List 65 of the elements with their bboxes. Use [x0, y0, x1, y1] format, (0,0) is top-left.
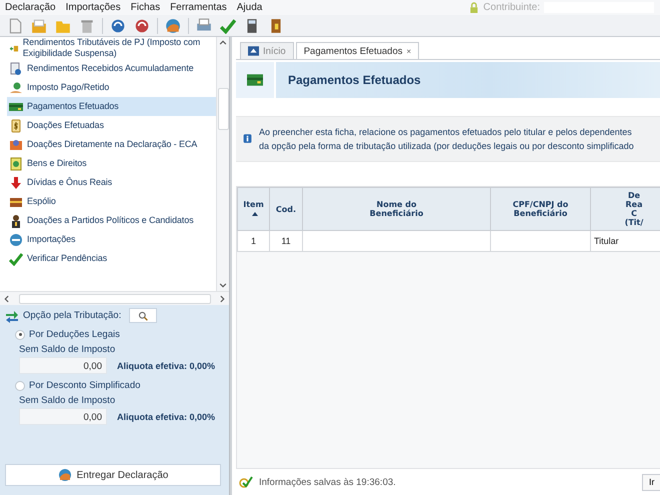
field-label: Sem Saldo de Imposto: [19, 344, 116, 355]
vertical-scrollbar[interactable]: [216, 37, 229, 291]
down-caret-icon: [219, 281, 227, 289]
aliquota-text: Aliquota efetiva: 0,00%: [117, 360, 216, 370]
info-text: da opção pela forma de tributação utilizada (por deduções legais ou por desconto simplificado: [259, 140, 634, 153]
column-header[interactable]: Item: [238, 188, 270, 230]
right-caret-icon: [218, 294, 226, 302]
column-header[interactable]: CPF/CNPJ do Beneficiário: [490, 188, 590, 230]
status-text: Informações salvas às 19:36:03.: [259, 476, 396, 488]
table-cell: 1: [238, 230, 270, 252]
horizontal-scrollbar[interactable]: [0, 291, 229, 305]
menu-item[interactable]: Ajuda: [232, 2, 268, 13]
document-icon: [9, 156, 23, 170]
close-icon[interactable]: ×: [406, 46, 412, 56]
info-icon: [242, 132, 253, 146]
saved-check-icon: [238, 475, 254, 489]
check-icon: [9, 252, 23, 266]
sidebar-item[interactable]: Rendimentos Recebidos Acumuladamente: [7, 59, 216, 78]
sidebar-item[interactable]: Importações: [7, 230, 216, 249]
field-label: Sem Saldo de Imposto: [19, 395, 116, 406]
menu-item[interactable]: Declaração: [0, 2, 61, 13]
sidebar-item[interactable]: Doações a Partidos Políticos e Candidatos: [7, 211, 216, 230]
option-title: Opção pela Tributação:: [23, 310, 122, 321]
sidebar-item[interactable]: Rendimentos Tributáveis de PJ (Imposto com Exigibilidade Suspensa): [7, 37, 216, 59]
submit-button[interactable]: Entregar Declaração: [5, 464, 221, 486]
column-header[interactable]: De Rea C (Tit/: [590, 188, 660, 230]
radio-label: Por Deduções Legais: [29, 329, 120, 340]
go-button[interactable]: Ir: [642, 474, 660, 490]
person-icon: [9, 214, 23, 228]
tab[interactable]: Pagamentos Efetuados ×: [296, 42, 420, 59]
document-icon: [9, 62, 23, 76]
lock-icon: [469, 2, 480, 14]
info-text: Ao preencher esta ficha, relacione os pagamentos efetuados pelo titular e pelos dependentes: [259, 126, 633, 139]
left-caret-icon: [3, 294, 11, 302]
column-header[interactable]: Cod.: [270, 188, 302, 230]
search-icon: [138, 310, 148, 320]
search-button[interactable]: [129, 308, 158, 323]
radio-button[interactable]: [15, 380, 25, 390]
up-caret-icon: [219, 39, 227, 47]
down-arrow-icon: [9, 176, 23, 190]
aliquota-text: Aliquota efetiva: 0,00%: [117, 412, 216, 422]
sidebar-item[interactable]: Pagamentos Efetuados: [7, 97, 216, 116]
scrollbar-thumb[interactable]: [18, 294, 210, 304]
sidebar-item[interactable]: Bens e Direitos: [7, 154, 216, 173]
money-jar-icon: [9, 118, 23, 132]
page-title: Pagamentos Efetuados: [288, 73, 421, 87]
sidebar-item[interactable]: Imposto Pago/Retido: [7, 78, 216, 97]
sidebar-item[interactable]: Verificar Pendências: [7, 249, 216, 268]
menu-item[interactable]: Fichas: [126, 2, 166, 13]
amount-field[interactable]: 0,00: [19, 357, 107, 374]
contribuinte-label: Contribuinte:: [483, 2, 540, 13]
table-cell: 11: [270, 230, 302, 252]
swap-arrows-icon: [5, 308, 19, 322]
radio-label: Por Desconto Simplificado: [29, 380, 140, 391]
menu-item[interactable]: Importações: [60, 2, 126, 13]
radio-button[interactable]: [15, 330, 25, 340]
card-icon: [245, 72, 265, 88]
amount-field[interactable]: 0,00: [19, 408, 107, 425]
sidebar-item[interactable]: Doações Efetuadas: [7, 116, 216, 135]
sidebar-item[interactable]: Dívidas e Ônus Reais: [7, 173, 216, 192]
column-header[interactable]: Nome do Beneficiário: [302, 188, 490, 230]
sidebar-item[interactable]: Espólio: [7, 192, 216, 211]
menu-item[interactable]: Ferramentas: [165, 2, 232, 13]
scrollbar-thumb[interactable]: [218, 88, 228, 130]
sidebar-item[interactable]: Doações Diretamente na Declaração - ECA: [7, 135, 216, 154]
